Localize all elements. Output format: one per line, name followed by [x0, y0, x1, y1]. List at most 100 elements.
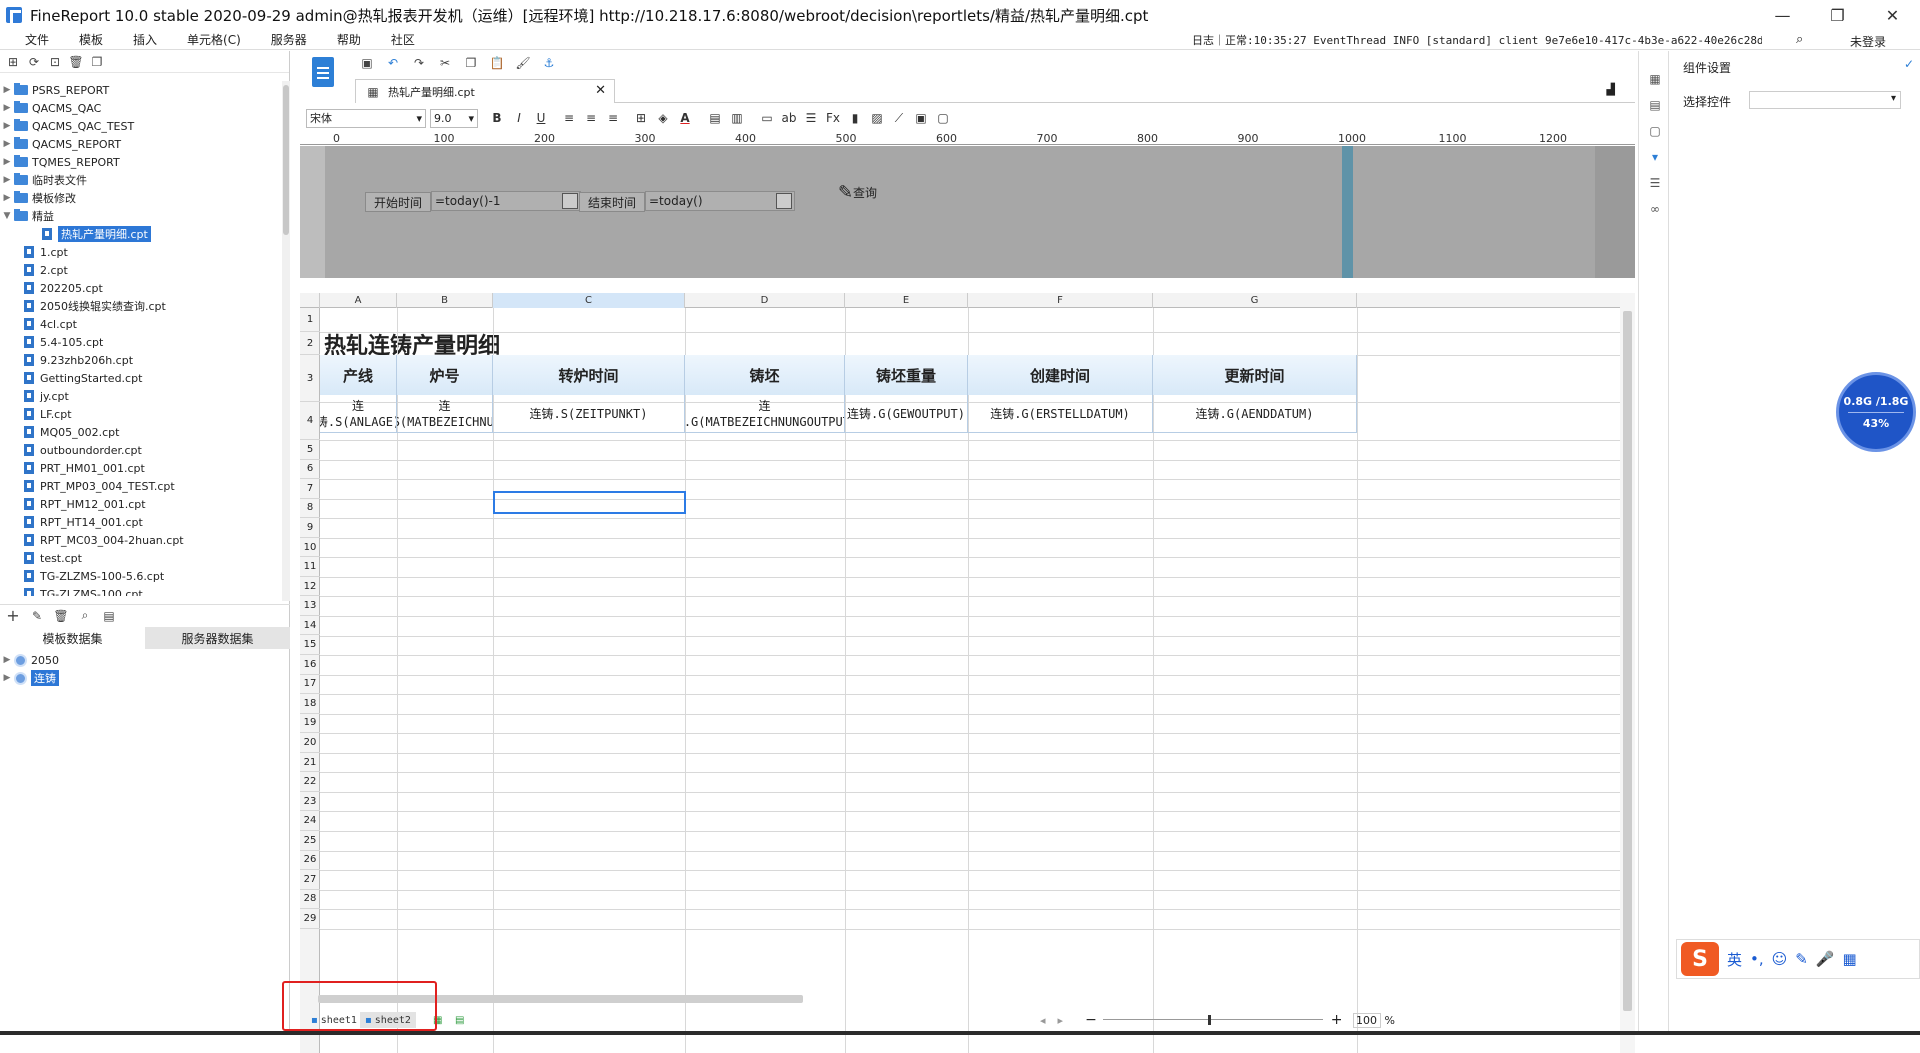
chart-icon[interactable]: ▮: [844, 108, 866, 128]
align-right-icon[interactable]: ≡: [602, 108, 624, 128]
expand-arrow-icon[interactable]: ▶: [0, 139, 14, 149]
expand-arrow-icon[interactable]: ▶: [0, 121, 14, 131]
formula-icon[interactable]: Fx: [822, 108, 844, 128]
ime-language[interactable]: 英: [1727, 949, 1742, 970]
report-data-cell[interactable]: 连铸.G(ERSTELLDATUM): [968, 395, 1153, 433]
memory-monitor[interactable]: 0.8G /1.8G 43%: [1836, 372, 1916, 452]
row-header-cell[interactable]: 7: [300, 479, 320, 499]
calendar-icon[interactable]: [562, 193, 578, 209]
calendar-icon[interactable]: [776, 193, 792, 209]
row-header-cell[interactable]: 3: [300, 355, 320, 402]
row-header-cell[interactable]: 18: [300, 694, 320, 714]
row-header-cell[interactable]: 13: [300, 596, 320, 616]
column-header-cell[interactable]: E: [845, 293, 968, 308]
cell-attributes-icon[interactable]: ▦: [1647, 71, 1663, 87]
file-tree-item[interactable]: outboundorder.cpt: [0, 441, 282, 459]
menu-template[interactable]: 模板: [64, 31, 118, 48]
file-tree-item[interactable]: 2.cpt: [0, 261, 282, 279]
preview-icon[interactable]: ⌕: [78, 608, 92, 623]
row-header-cell[interactable]: 9: [300, 518, 320, 538]
login-status[interactable]: 未登录: [1850, 33, 1886, 50]
row-header-cell[interactable]: 23: [300, 792, 320, 812]
column-header-cell[interactable]: B: [397, 293, 493, 308]
row-header-cell[interactable]: 10: [300, 538, 320, 558]
file-tree-item[interactable]: RPT_HM12_001.cpt: [0, 495, 282, 513]
slash-icon[interactable]: ⟋: [888, 108, 910, 128]
report-header-cell[interactable]: 产线: [320, 355, 397, 395]
file-tree-item[interactable]: 202205.cpt: [0, 279, 282, 297]
add-polysheet-icon[interactable]: ▤: [450, 1012, 469, 1028]
column-header-cell[interactable]: G: [1153, 293, 1357, 308]
cell-area[interactable]: 热轧连铸产量明细 产线连铸.S(ANLAGE)炉号连铸.S(MATBEZEICH…: [320, 308, 1620, 1053]
report-header-cell[interactable]: 炉号: [397, 355, 493, 395]
file-tree-item[interactable]: 2050线换辊实绩查询.cpt: [0, 297, 282, 315]
row-header-cell[interactable]: 22: [300, 772, 320, 792]
font-size-select[interactable]: 9.0 ▾: [430, 108, 478, 128]
file-tree-item[interactable]: RPT_HT14_001.cpt: [0, 513, 282, 531]
report-data-cell[interactable]: 连铸.G(MATBEZEICHNUNGOUTPUT): [685, 395, 845, 433]
zoom-slider[interactable]: [1102, 1015, 1323, 1025]
file-tree-item[interactable]: MQ05_002.cpt: [0, 423, 282, 441]
report-grid[interactable]: ABCDEFG 1 2 3 4 5 6 7 8 9 10 11 12 13 14 15 16 17 18 19 20 2…: [300, 293, 1620, 1053]
format-painter-icon[interactable]: 🖌: [515, 56, 530, 70]
row-header-cell[interactable]: 11: [300, 557, 320, 577]
row-header-cell[interactable]: 27: [300, 870, 320, 890]
expand-arrow-icon[interactable]: ▶: [0, 175, 14, 185]
file-tree-item[interactable]: ▼ 精益: [0, 207, 282, 225]
tab-template-file[interactable]: ▦ 热轧产量明细.cpt ✕: [355, 79, 615, 103]
column-header-cell[interactable]: D: [685, 293, 845, 308]
row-header-cell[interactable]: 28: [300, 890, 320, 910]
file-tree-item[interactable]: TG-ZLZMS-100.cpt: [0, 585, 282, 596]
file-tree-item[interactable]: PRT_HM01_001.cpt: [0, 459, 282, 477]
parameter-canvas[interactable]: 开始时间 =today()-1 结束时间 =today() ✎ 查询: [325, 146, 1595, 278]
file-tree-item[interactable]: LF.cpt: [0, 405, 282, 423]
close-button[interactable]: ✕: [1865, 0, 1920, 30]
file-tree-item[interactable]: 热轧产量明细.cpt: [0, 225, 282, 243]
file-tree-item[interactable]: TG-ZLZMS-100-5.6.cpt: [0, 567, 282, 585]
control-select[interactable]: ▾: [1749, 91, 1901, 109]
delete-dataset-icon[interactable]: 🗑: [53, 609, 68, 623]
file-tree-item[interactable]: ▶ QACMS_QAC: [0, 99, 282, 117]
prev-sheet-icon[interactable]: ◂: [1040, 1014, 1046, 1027]
column-header-cell[interactable]: A: [320, 293, 397, 308]
subreport-icon[interactable]: ▣: [910, 108, 932, 128]
hyperlink-icon[interactable]: ∞: [1647, 201, 1663, 217]
search-icon[interactable]: ⌕: [1796, 32, 1803, 47]
redo-icon[interactable]: ↷: [412, 56, 426, 70]
grid-vertical-scrollbar[interactable]: [1620, 293, 1635, 1053]
report-data-cell[interactable]: 连铸.G(AENDDATUM): [1153, 395, 1357, 433]
font-family-select[interactable]: 宋体 ▾: [306, 108, 426, 128]
expand-arrow-icon[interactable]: ▶: [0, 673, 14, 683]
sogou-logo-icon[interactable]: S: [1681, 942, 1719, 976]
file-tree-item[interactable]: test.cpt: [0, 549, 282, 567]
start-time-input[interactable]: =today()-1: [431, 191, 581, 211]
close-tab-icon[interactable]: ✕: [595, 83, 606, 98]
menu-server[interactable]: 服务器: [256, 31, 322, 48]
expand-arrow-icon[interactable]: ▶: [0, 157, 14, 167]
file-tree-item[interactable]: 5.4-105.cpt: [0, 333, 282, 351]
file-tree-item[interactable]: GettingStarted.cpt: [0, 369, 282, 387]
select-all-corner[interactable]: [300, 293, 320, 308]
copy-cell-icon[interactable]: ❐: [464, 56, 478, 70]
font-color-icon[interactable]: A: [674, 108, 696, 128]
split-icon[interactable]: ▥: [726, 108, 748, 128]
condition-attributes-icon[interactable]: ☰: [1647, 175, 1663, 191]
row-header-cell[interactable]: 14: [300, 616, 320, 636]
frame-icon[interactable]: ▢: [932, 108, 954, 128]
tab-server-datasets[interactable]: 服务器数据集: [145, 627, 290, 649]
zoom-slider-thumb[interactable]: [1207, 1015, 1211, 1025]
menu-help[interactable]: 帮助: [322, 31, 376, 48]
row-header-cell[interactable]: 20: [300, 733, 320, 753]
cell-element-icon[interactable]: ▤: [1647, 97, 1663, 113]
cut-icon[interactable]: ✂: [438, 56, 452, 70]
tab-menu-icon[interactable]: ▟: [1607, 83, 1615, 96]
rich-text-icon[interactable]: ☰: [800, 108, 822, 128]
row-header-cell[interactable]: 6: [300, 460, 320, 480]
report-data-cell[interactable]: 连铸.G(GEWOUTPUT): [845, 395, 968, 433]
log-status[interactable]: 日志｜正常:10:35:27 EventThread INFO [standar…: [1192, 32, 1762, 48]
column-header-cell[interactable]: F: [968, 293, 1153, 308]
collapse-arrow-icon[interactable]: ▼: [0, 211, 14, 221]
report-data-cell[interactable]: 连铸.S(ANLAGE): [320, 395, 397, 433]
row-header-cell[interactable]: 17: [300, 675, 320, 695]
menu-insert[interactable]: 插入: [118, 31, 172, 48]
